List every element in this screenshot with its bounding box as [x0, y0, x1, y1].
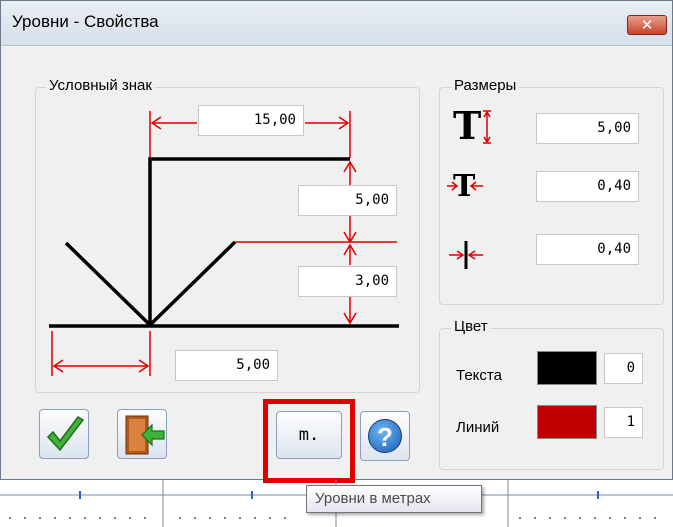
text-height-field[interactable]: 5,00 [536, 113, 639, 144]
ok-button[interactable] [39, 409, 89, 459]
line-color-index[interactable]: 1 [604, 407, 643, 438]
line-width-field[interactable]: 0,40 [536, 234, 639, 265]
line-color-swatch[interactable] [537, 405, 597, 439]
color-group-label: Цвет [451, 318, 491, 335]
text-width-icon: T [447, 169, 483, 204]
help-icon: ? [368, 419, 402, 453]
exit-button[interactable] [117, 409, 167, 459]
symbol-base-field[interactable]: 5,00 [175, 350, 278, 381]
line-color-label: Линий [456, 419, 500, 436]
text-color-label: Текста [456, 367, 502, 384]
symbol-height-field[interactable]: 5,00 [298, 185, 397, 216]
text-color-index[interactable]: 0 [604, 353, 643, 384]
line-width-icon [449, 241, 483, 269]
close-icon: ✕ [640, 17, 654, 34]
meters-button[interactable]: m. [276, 411, 342, 459]
exit-door-icon [125, 415, 165, 455]
close-button[interactable]: ✕ [627, 15, 667, 35]
levels-properties-dialog: Уровни - Свойства ✕ Условный знак 15,00 … [0, 0, 673, 483]
text-width-field[interactable]: 0,40 [536, 171, 639, 202]
meters-tooltip: Уровни в метрах [306, 485, 482, 513]
text-height-icon: T [453, 103, 491, 148]
symbol-width-field[interactable]: 15,00 [198, 105, 304, 136]
svg-text:T: T [453, 103, 481, 148]
symbol-offset-field[interactable]: 3,00 [298, 266, 397, 297]
text-color-swatch[interactable] [537, 351, 597, 385]
sizes-group-label: Размеры [451, 77, 520, 94]
help-button[interactable]: ? [360, 411, 410, 461]
color-group [439, 328, 664, 470]
check-icon [46, 416, 85, 452]
